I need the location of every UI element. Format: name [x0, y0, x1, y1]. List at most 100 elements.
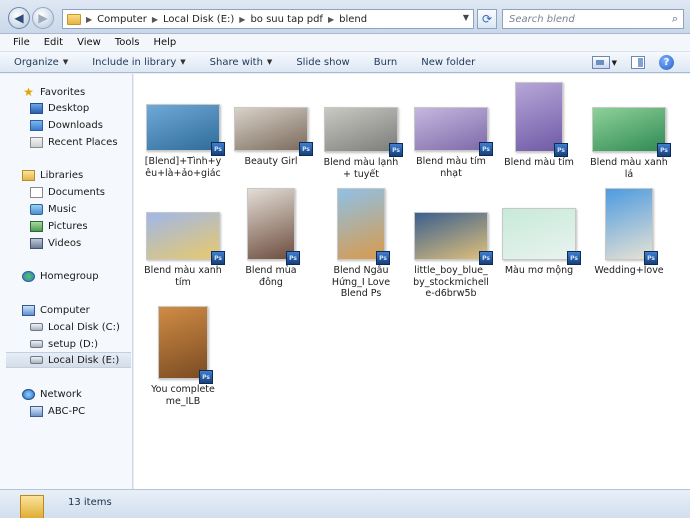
image-thumbnail: Ps: [146, 104, 225, 156]
file-item[interactable]: Ps Blend màu tím: [499, 82, 579, 169]
file-item[interactable]: Ps Beauty Girl: [231, 107, 313, 168]
nav-setup-d-label: setup (D:): [48, 338, 99, 350]
pictures-icon: [30, 220, 43, 232]
file-item[interactable]: Ps Blend màu tím nhạt: [411, 107, 493, 179]
chevron-down-icon: ▼: [62, 58, 69, 66]
menu-edit[interactable]: Edit: [37, 37, 70, 48]
folder-icon: [20, 495, 44, 518]
chevron-down-icon: ▼: [611, 58, 617, 67]
preview-pane-icon[interactable]: [631, 56, 645, 69]
breadcrumb-blend[interactable]: blend: [339, 14, 367, 25]
file-name: [Blend]+Tình+yêu+là+ảo+giác: [144, 156, 222, 179]
music-icon: [30, 203, 43, 215]
image-thumbnail: Ps: [515, 82, 568, 157]
organize-label: Organize: [14, 56, 59, 68]
file-name: Blend màu xanh tím: [144, 265, 222, 288]
drive-icon: [30, 340, 43, 348]
file-name: Blend màu tím nhạt: [416, 156, 486, 179]
chevron-right-icon: ▶: [327, 14, 335, 24]
nav-recent-places-label: Recent Places: [48, 136, 118, 148]
nav-videos-label: Videos: [48, 237, 82, 249]
file-item[interactable]: Ps Blend mùa đông: [231, 188, 311, 288]
chevron-right-icon: ▶: [239, 14, 246, 24]
breadcrumb-bo-suu-tap-pdf[interactable]: bo suu tap pdf: [250, 14, 323, 25]
burn-button[interactable]: Burn: [374, 57, 397, 68]
drive-icon: [30, 356, 43, 364]
burn-label: Burn: [373, 56, 398, 68]
image-thumbnail: Ps: [247, 188, 300, 265]
nav-network-label: Network: [40, 388, 82, 400]
file-item[interactable]: Ps You complete me_ILB: [143, 306, 223, 407]
back-arrow-icon: ◀: [14, 11, 24, 25]
photoshop-file-icon: Ps: [567, 251, 581, 265]
photoshop-file-icon: Ps: [299, 142, 313, 156]
address-bar[interactable]: ▶ Computer ▶ Local Disk (E:) ▶ bo suu ta…: [62, 9, 474, 29]
menu-file[interactable]: File: [6, 37, 37, 48]
folder-icon: [67, 13, 81, 25]
view-icon: [591, 56, 610, 69]
file-item[interactable]: Ps little_boy_blue_by_stockmichelle-d6brw…: [411, 212, 493, 300]
forward-button[interactable]: ▶: [32, 7, 54, 29]
breadcrumb-computer[interactable]: Computer: [97, 14, 147, 25]
organize-button[interactable]: Organize ▼: [14, 57, 68, 68]
homegroup-icon: [22, 270, 35, 282]
file-item[interactable]: Ps Wedding+love: [589, 188, 669, 277]
new-folder-button[interactable]: New folder: [421, 57, 475, 68]
file-name: Blend Ngẫu Hứng_I Love Blend Ps: [331, 265, 391, 299]
file-name: Blend màu lạnh + tuyết: [323, 157, 399, 180]
chevron-down-icon: ▼: [266, 58, 273, 66]
nav-documents-label: Documents: [48, 186, 106, 198]
refresh-button[interactable]: ⟳: [477, 9, 497, 29]
search-input[interactable]: Search blend ⌕: [502, 9, 684, 29]
chevron-down-icon[interactable]: ▼: [463, 13, 469, 22]
share-with-label: Share with: [209, 56, 263, 68]
back-button[interactable]: ◀: [8, 7, 30, 29]
file-item[interactable]: Ps Blend màu lạnh + tuyết: [321, 107, 403, 180]
menu-help[interactable]: Help: [146, 37, 183, 48]
share-with-button[interactable]: Share with ▼: [210, 57, 273, 68]
nav-local-disk-e[interactable]: Local Disk (E:): [6, 352, 131, 368]
nav-computer-label: Computer: [40, 304, 90, 316]
slide-show-button[interactable]: Slide show: [296, 57, 349, 68]
file-item[interactable]: Ps Màu mơ mộng: [499, 208, 581, 277]
slide-show-label: Slide show: [296, 56, 350, 68]
details-pane: 13 items: [0, 489, 690, 518]
help-icon[interactable]: ?: [659, 55, 674, 70]
image-thumbnail: Ps: [414, 107, 493, 156]
nav-pictures-label: Pictures: [48, 220, 88, 232]
file-item[interactable]: Ps Blend màu xanh lá: [589, 107, 671, 180]
menu-tools[interactable]: Tools: [108, 37, 147, 48]
image-thumbnail: Ps: [146, 212, 225, 265]
image-thumbnail: Ps: [592, 107, 671, 157]
refresh-icon: ⟳: [481, 12, 493, 26]
pc-icon: [30, 405, 43, 417]
forward-arrow-icon: ▶: [38, 11, 48, 25]
file-item[interactable]: Ps [Blend]+Tình+yêu+là+ảo+giác: [143, 104, 225, 179]
image-thumbnail: Ps: [337, 188, 390, 265]
menu-view[interactable]: View: [70, 37, 108, 48]
file-list: Ps [Blend]+Tình+yêu+là+ảo+giác Ps Beauty Gi…: [134, 74, 690, 489]
star-icon: ★: [23, 84, 34, 99]
desktop-icon: [30, 102, 43, 114]
search-icon: ⌕: [671, 12, 678, 25]
file-item[interactable]: Ps Blend màu xanh tím: [143, 212, 225, 288]
nav-downloads-label: Downloads: [48, 119, 103, 131]
photoshop-file-icon: Ps: [554, 143, 568, 157]
nav-music-label: Music: [48, 203, 77, 215]
file-name: Wedding+love: [594, 265, 664, 276]
include-in-library-button[interactable]: Include in library ▼: [92, 57, 185, 68]
breadcrumb-local-disk-e[interactable]: Local Disk (E:): [163, 14, 234, 25]
file-item[interactable]: Ps Blend Ngẫu Hứng_I Love Blend Ps: [321, 188, 401, 300]
menu-bar: File Edit View Tools Help: [0, 34, 690, 52]
new-folder-label: New folder: [421, 56, 476, 68]
photoshop-file-icon: Ps: [199, 370, 213, 384]
image-thumbnail: Ps: [234, 107, 313, 156]
recent-places-icon: [30, 136, 43, 148]
file-name: Màu mơ mộng: [504, 265, 574, 276]
nav-local-disk-c-label: Local Disk (C:): [48, 321, 120, 333]
change-view-button[interactable]: ▼: [591, 56, 617, 69]
chevron-right-icon: ▶: [86, 14, 93, 24]
file-name: Beauty Girl: [244, 156, 298, 167]
image-thumbnail: Ps: [324, 107, 403, 157]
photoshop-file-icon: Ps: [286, 251, 300, 265]
